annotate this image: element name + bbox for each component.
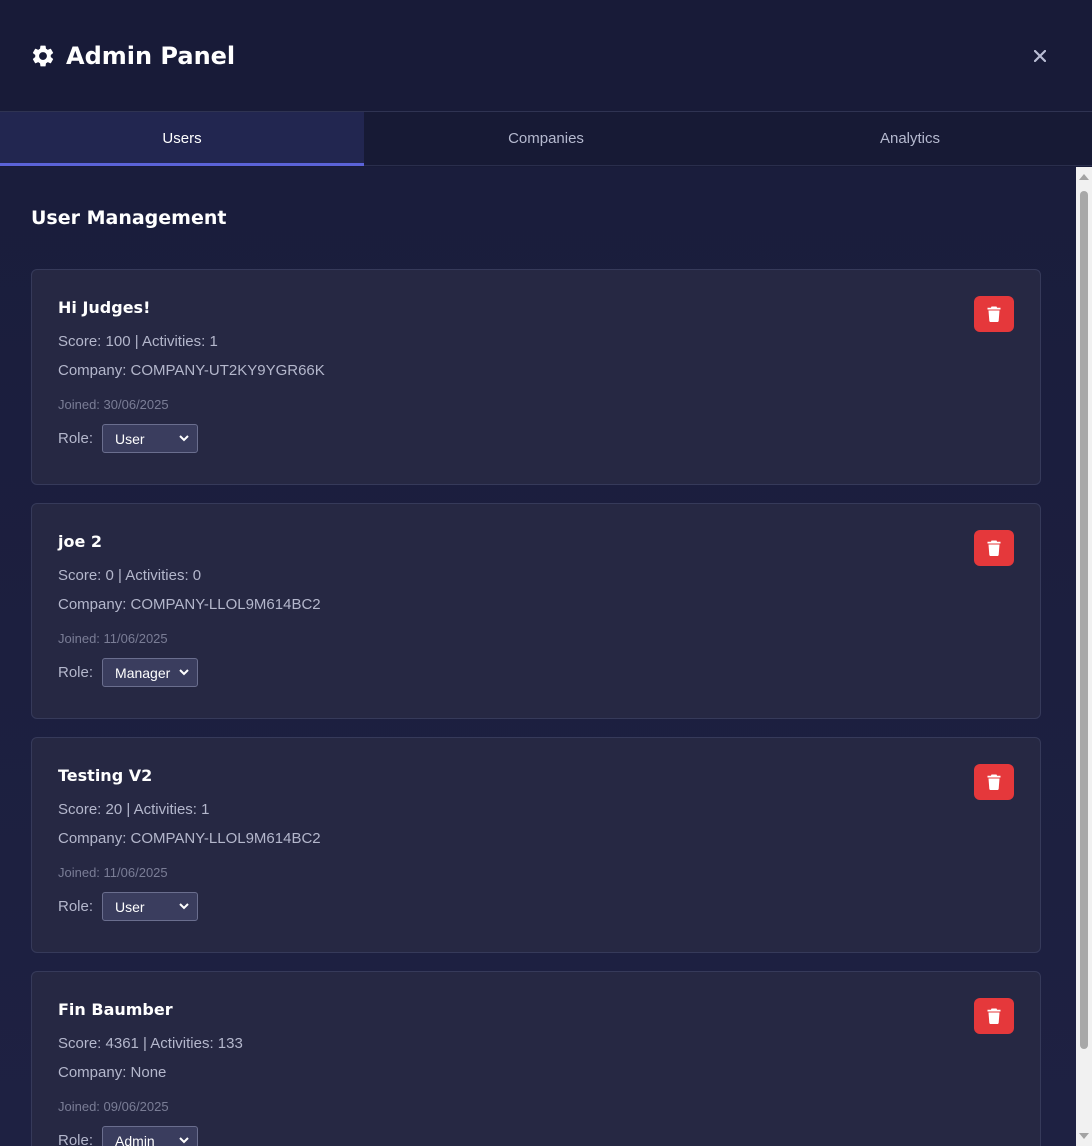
role-select[interactable]: User [102, 424, 199, 453]
user-card: Fin Baumber Score: 4361 | Activities: 13… [31, 971, 1041, 1146]
role-label: Role: [58, 1132, 94, 1146]
user-stats: Score: 4361 | Activities: 133 [58, 1035, 243, 1052]
tab-analytics[interactable]: Analytics [728, 112, 1092, 165]
role-row: Role: User [58, 892, 1014, 921]
role-row: Role: User [58, 424, 1014, 453]
user-management-content: User Management Hi Judges! Score: 100 | … [0, 167, 1076, 1146]
user-joined-date: Joined: 09/06/2025 [58, 1099, 169, 1114]
trash-icon [987, 306, 1001, 322]
role-select-value: User [115, 898, 145, 915]
user-name: Testing V2 [58, 766, 153, 785]
user-company: Company: COMPANY-LLOL9M614BC2 [58, 830, 321, 847]
delete-user-button[interactable] [974, 296, 1014, 332]
role-select[interactable]: User [102, 892, 199, 921]
user-company: Company: COMPANY-LLOL9M614BC2 [58, 596, 321, 613]
panel-title-group: Admin Panel [30, 42, 235, 70]
role-label: Role: [58, 664, 94, 681]
user-stats: Score: 20 | Activities: 1 [58, 801, 210, 818]
user-stats: Score: 100 | Activities: 1 [58, 333, 218, 350]
user-stats: Score: 0 | Activities: 0 [58, 567, 202, 584]
scroll-thumb[interactable] [1080, 191, 1088, 1049]
role-label: Role: [58, 898, 94, 915]
role-label: Role: [58, 430, 94, 447]
user-card: Testing V2 Score: 20 | Activities: 1 Com… [31, 737, 1041, 953]
trash-icon [987, 540, 1001, 556]
role-row: Role: Manager [58, 658, 1014, 687]
delete-user-button[interactable] [974, 530, 1014, 566]
user-joined-date: Joined: 11/06/2025 [58, 631, 168, 646]
gear-icon [30, 43, 56, 69]
chevron-down-icon [179, 903, 189, 910]
role-row: Role: Admin [58, 1126, 1014, 1146]
admin-panel: Admin Panel Users Companies Analytics Us… [0, 0, 1092, 1146]
role-select-value: Manager [115, 664, 171, 681]
scroll-up-arrow-icon[interactable] [1079, 174, 1089, 180]
section-title: User Management [31, 207, 227, 229]
page-title: Admin Panel [66, 41, 236, 70]
user-card: Hi Judges! Score: 100 | Activities: 1 Co… [31, 269, 1041, 485]
panel-header: Admin Panel [0, 0, 1092, 112]
trash-icon [987, 1008, 1001, 1024]
user-card: joe 2 Score: 0 | Activities: 0 Company: … [31, 503, 1041, 719]
vertical-scrollbar[interactable] [1076, 167, 1092, 1146]
trash-icon [987, 774, 1001, 790]
user-joined-date: Joined: 11/06/2025 [58, 865, 168, 880]
scroll-down-arrow-icon[interactable] [1079, 1133, 1089, 1139]
tab-companies[interactable]: Companies [364, 112, 728, 165]
user-company: Company: COMPANY-UT2KY9YGR66K [58, 362, 325, 379]
user-joined-date: Joined: 30/06/2025 [58, 397, 169, 412]
chevron-down-icon [179, 1137, 189, 1144]
role-select[interactable]: Admin [102, 1126, 199, 1146]
delete-user-button[interactable] [974, 998, 1014, 1034]
delete-user-button[interactable] [974, 764, 1014, 800]
user-company: Company: None [58, 1064, 167, 1081]
role-select[interactable]: Manager [102, 658, 199, 687]
user-name: Hi Judges! [58, 298, 151, 317]
tab-bar: Users Companies Analytics [0, 112, 1092, 166]
close-icon [1034, 49, 1046, 62]
user-name: joe 2 [58, 532, 103, 551]
close-button[interactable] [1028, 44, 1052, 68]
chevron-down-icon [179, 435, 189, 442]
role-select-value: Admin [115, 1132, 155, 1146]
user-name: Fin Baumber [58, 1000, 173, 1019]
tab-users[interactable]: Users [0, 112, 364, 166]
role-select-value: User [115, 430, 145, 447]
chevron-down-icon [179, 669, 189, 676]
